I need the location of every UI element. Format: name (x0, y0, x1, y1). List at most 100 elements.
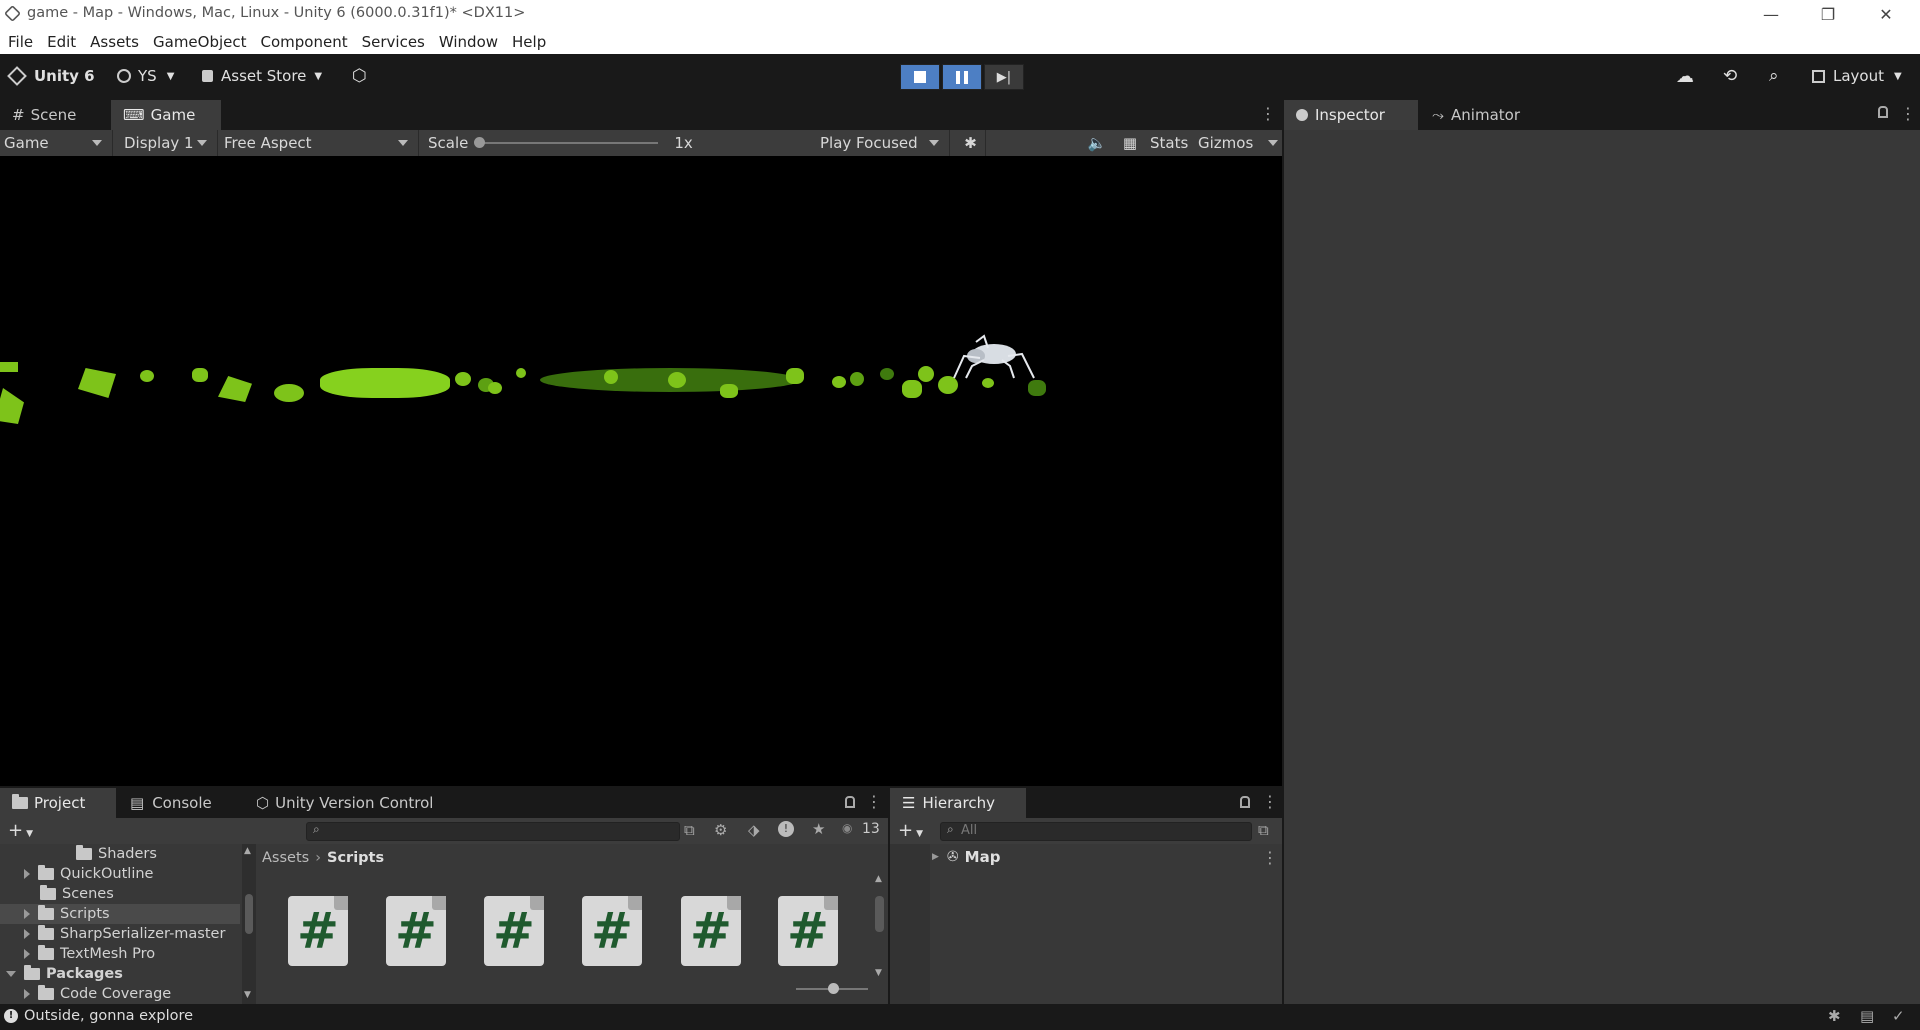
menu-window[interactable]: Window (439, 33, 498, 51)
keyboard-shortcuts-icon[interactable]: ▦ (1112, 130, 1144, 156)
tab-scene[interactable]: # Scene (0, 100, 110, 130)
minimize-button[interactable]: — (1743, 0, 1799, 29)
search-icon[interactable]: ⌕ (1769, 62, 1779, 90)
game-viewport[interactable] (0, 156, 1282, 786)
breadcrumb-scripts[interactable]: Scripts (327, 850, 384, 866)
menu-gameobject[interactable]: GameObject (153, 33, 247, 51)
search-by-type-icon[interactable]: ⧉ (684, 821, 695, 839)
asset-store-dropdown[interactable]: Asset Store ▼ (202, 62, 322, 90)
tree-row-shaders[interactable]: Shaders (0, 844, 240, 864)
tree-row-textmeshpro[interactable]: TextMesh Pro (0, 944, 240, 964)
icon-size-slider-thumb[interactable] (828, 983, 839, 994)
unity-account-button[interactable]: Unity 6 (7, 62, 95, 90)
scrollbar-thumb[interactable] (875, 896, 884, 932)
tree-scrollbar[interactable]: ▲ ▼ (242, 844, 256, 1004)
display-dropdown[interactable]: Display 1 (120, 130, 218, 156)
tree-row-quickoutline[interactable]: QuickOutline (0, 864, 240, 884)
breadcrumb-assets[interactable]: Assets (262, 850, 309, 866)
lock-icon[interactable] (1240, 796, 1250, 808)
menu-help[interactable]: Help (512, 33, 546, 51)
close-button[interactable]: ✕ (1858, 0, 1914, 29)
script-file-icon[interactable]: # (681, 896, 741, 966)
more-menu-icon[interactable]: ⋮ (1260, 104, 1276, 123)
lock-icon[interactable] (1878, 106, 1888, 118)
account-dropdown[interactable]: YS ▼ (117, 62, 174, 90)
expand-arrow-icon[interactable] (24, 929, 30, 939)
scale-slider[interactable] (474, 137, 659, 148)
project-search-input[interactable]: ⌕ (306, 822, 680, 841)
tree-row-scripts[interactable]: Scripts (0, 904, 240, 924)
tab-inspector[interactable]: Inspector (1284, 100, 1418, 130)
filter-by-label-icon[interactable]: ⬗ (748, 821, 760, 839)
play-button[interactable] (900, 64, 940, 90)
expand-arrow-icon[interactable]: ▶ (932, 852, 939, 862)
hierarchy-search-input[interactable]: ⌕ All (940, 822, 1252, 841)
debug-bug-icon[interactable]: ✱ (1828, 1007, 1841, 1025)
menu-file[interactable]: File (8, 33, 33, 51)
scroll-down-icon[interactable]: ▼ (244, 990, 251, 1000)
mute-audio-icon[interactable]: 🔈 (1080, 130, 1110, 156)
script-file-icon[interactable]: # (386, 896, 446, 966)
script-file-icon[interactable]: # (288, 896, 348, 966)
expand-arrow-icon[interactable] (24, 909, 30, 919)
scrollbar-thumb[interactable] (245, 894, 253, 934)
more-menu-icon[interactable]: ⋮ (1900, 104, 1916, 123)
bug-icon[interactable]: ✱ (952, 130, 986, 156)
filter-by-type-icon[interactable]: ⚙ (714, 821, 727, 839)
restore-button[interactable]: ❐ (1800, 0, 1856, 29)
tree-row-codecoverage[interactable]: Code Coverage (0, 984, 240, 1004)
lock-icon[interactable] (845, 796, 855, 808)
expand-arrow-icon[interactable] (24, 989, 30, 999)
tab-project[interactable]: Project (0, 788, 116, 818)
tree-row-sharpserializer[interactable]: SharpSerializer-master (0, 924, 240, 944)
script-file-icon[interactable]: # (778, 896, 838, 966)
tab-console[interactable]: ▤ Console (118, 788, 234, 818)
filter-by-log-icon[interactable]: ! (778, 821, 794, 837)
scroll-up-icon[interactable]: ▲ (875, 874, 882, 884)
script-file-icon[interactable]: # (484, 896, 544, 966)
gizmos-dropdown[interactable]: Gizmos (1194, 130, 1282, 156)
tab-hierarchy[interactable]: ☰ Hierarchy (890, 788, 1026, 818)
tree-row-packages[interactable]: Packages (0, 964, 240, 984)
tree-row-scenes[interactable]: Scenes (0, 884, 240, 904)
play-focused-dropdown[interactable]: Play Focused (816, 130, 950, 156)
create-button[interactable]: + ▼ (898, 820, 923, 841)
history-icon[interactable]: ⟲ (1723, 62, 1737, 90)
tab-game[interactable]: ⌨ Game (111, 100, 221, 130)
scale-slider-thumb[interactable] (474, 137, 486, 148)
collapse-arrow-icon[interactable] (6, 971, 16, 977)
panel-divider[interactable] (1282, 100, 1284, 1004)
menu-assets[interactable]: Assets (90, 33, 139, 51)
scroll-down-icon[interactable]: ▼ (875, 968, 882, 978)
create-button[interactable]: + ▼ (8, 820, 33, 841)
menu-services[interactable]: Services (362, 33, 425, 51)
expand-arrow-icon[interactable] (24, 869, 30, 879)
more-menu-icon[interactable]: ⋮ (1262, 792, 1278, 811)
expand-arrow-icon[interactable] (24, 949, 30, 959)
favorite-star-icon[interactable]: ★ (812, 820, 825, 838)
more-menu-icon[interactable]: ⋮ (866, 792, 882, 811)
layout-dropdown[interactable]: Layout ▼ (1812, 62, 1902, 90)
grid-scrollbar[interactable]: ▲ ▼ (872, 872, 886, 982)
script-glyph: # (297, 902, 339, 960)
checkmark-icon[interactable]: ✓ (1892, 1007, 1905, 1025)
cloud-services-button[interactable]: ⬡ (352, 62, 367, 90)
pause-button[interactable] (942, 64, 982, 90)
more-menu-icon[interactable]: ⋮ (1262, 848, 1278, 867)
icon-size-slider[interactable] (796, 983, 868, 994)
status-message[interactable]: Outside, gonna explore (24, 1008, 193, 1024)
scroll-up-icon[interactable]: ▲ (244, 846, 251, 856)
tab-animator[interactable]: ⤳ Animator (1420, 100, 1554, 130)
script-file-icon[interactable]: # (582, 896, 642, 966)
aspect-dropdown[interactable]: Free Aspect (220, 130, 419, 156)
hierarchy-row-map[interactable]: ▶ ✇ Map ⋮ (890, 846, 1282, 868)
cache-server-icon[interactable]: ▤ (1860, 1007, 1874, 1025)
menu-component[interactable]: Component (261, 33, 348, 51)
tab-unity-version-control[interactable]: ⬡ Unity Version Control (244, 788, 464, 818)
stats-button[interactable]: Stats (1146, 130, 1192, 156)
game-mode-dropdown[interactable]: Game (0, 130, 113, 156)
step-button[interactable]: ▶| (984, 64, 1024, 90)
search-by-type-icon[interactable]: ⧉ (1258, 821, 1269, 839)
cloud-icon[interactable]: ☁ (1676, 62, 1694, 90)
menu-edit[interactable]: Edit (47, 33, 76, 51)
